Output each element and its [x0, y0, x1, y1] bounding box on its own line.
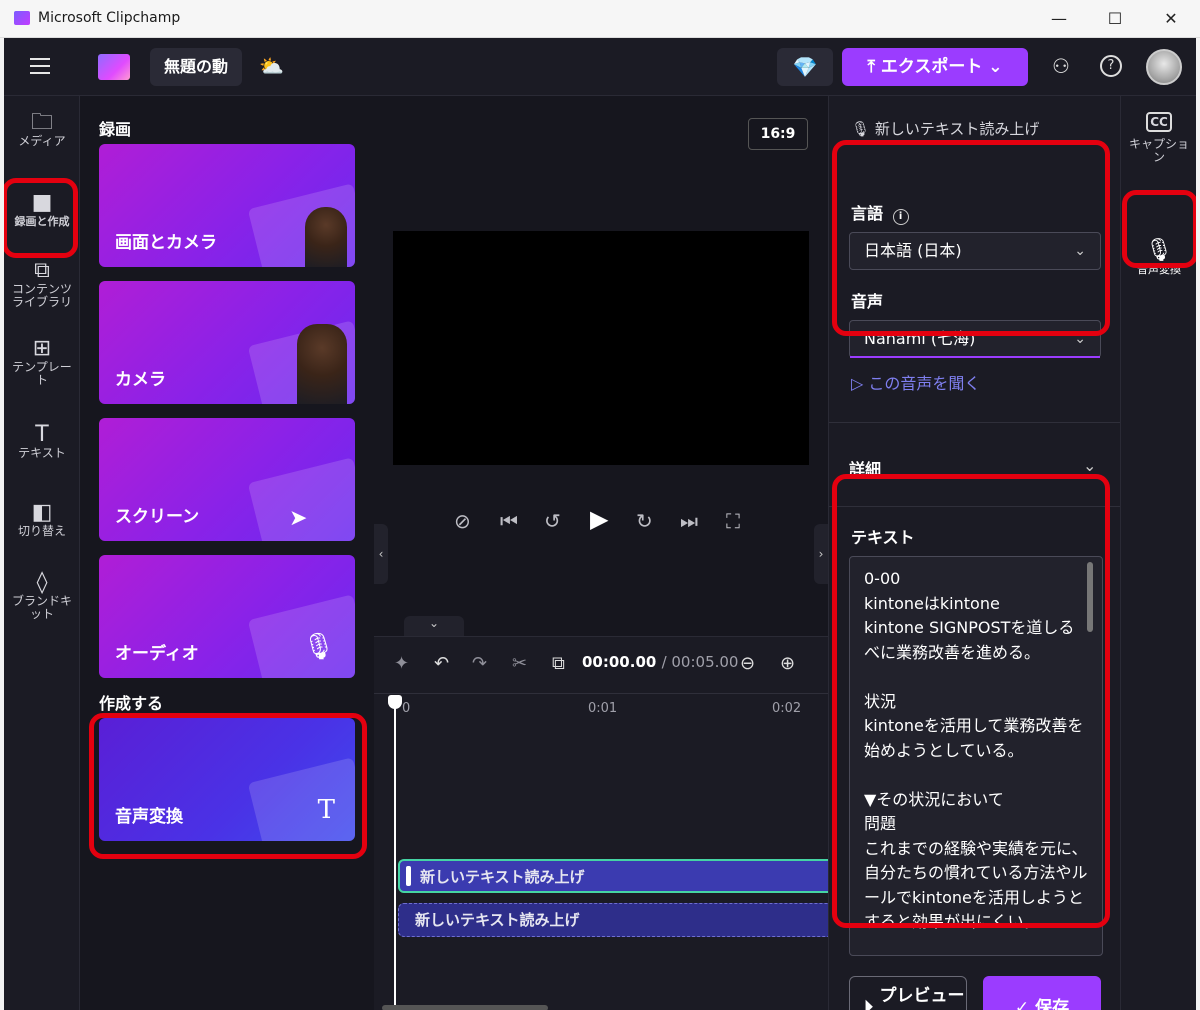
captions-icon: CC — [1146, 112, 1172, 132]
project-title[interactable]: 無題の動 — [150, 48, 242, 86]
ruler-label-0: 0 — [402, 701, 411, 716]
rewind-5-icon[interactable]: ↺ — [544, 509, 561, 533]
no-camera-icon[interactable]: ⊘ — [454, 509, 471, 533]
person-thumbnail — [297, 324, 347, 404]
card-audio[interactable]: 🎙 オーディオ — [99, 555, 355, 678]
annotation-highlight-text — [832, 474, 1110, 928]
folder-icon: 🗀 — [30, 110, 53, 135]
menu-icon[interactable] — [30, 58, 50, 74]
add-clip-icon[interactable]: ⧉ — [552, 653, 565, 674]
clipchamp-app: 無題の動 ⛅ 💎 ⤒ エクスポート ⌄ ⚇ ? 🗀 メディア ■ 録画と作成 ⧉… — [4, 38, 1196, 1010]
microphone-icon: 🎙 — [301, 632, 335, 662]
templates-icon: ⊞ — [32, 336, 52, 361]
playhead-handle[interactable] — [388, 695, 402, 709]
share-icon[interactable]: ⚇ — [1052, 54, 1070, 78]
annotation-highlight-tts-card — [89, 713, 367, 859]
record-create-panel: 録画 画面とカメラ カメラ ➤ スクリーン 🎙 オーディオ 作成する T 音声変… — [80, 96, 374, 1010]
minimize-button[interactable]: — — [1036, 4, 1082, 34]
video-canvas — [393, 231, 809, 465]
zoom-out-icon[interactable]: ⊖ — [740, 653, 755, 674]
timecode: 00:00.00 / 00:05.00 — [582, 653, 739, 671]
close-button[interactable]: ✕ — [1148, 4, 1194, 34]
annotation-highlight-record-create — [4, 178, 78, 258]
rail-item-brand-kit[interactable]: ◊ ブランドキット — [4, 570, 80, 621]
aspect-ratio-button[interactable]: 16:9 — [748, 118, 808, 150]
play-circle-icon: ▷ — [851, 374, 869, 393]
skip-back-icon[interactable]: ⏮ — [500, 509, 518, 533]
magic-icon[interactable]: ✦ — [394, 653, 409, 674]
save-button[interactable]: ✓ 保存 — [983, 976, 1101, 1010]
clip-tts-2[interactable]: 新しいテキスト読み上げ — [398, 903, 838, 937]
export-button[interactable]: ⤒ エクスポート ⌄ — [842, 48, 1028, 86]
ruler-label-1: 0:01 — [588, 701, 618, 716]
window-title: Microsoft Clipchamp — [38, 10, 181, 26]
window-titlebar: Microsoft Clipchamp — ☐ ✕ — [0, 0, 1200, 38]
timeline-toggle-handle[interactable]: ⌄ — [404, 616, 464, 636]
section-record-title: 録画 — [99, 120, 132, 139]
timeline: ✦ ↶ ↷ ✂ ⧉ 00:00.00 / 00:05.00 ⊖ ⊕ 0 0:01… — [374, 636, 838, 1010]
timeline-scrollbar[interactable] — [382, 1005, 548, 1010]
top-bar: 無題の動 ⛅ 💎 ⤒ エクスポート ⌄ ⚇ ? — [4, 38, 1196, 96]
text-icon: T — [35, 422, 49, 447]
annotation-highlight-tts-rail — [1122, 190, 1196, 268]
cut-icon[interactable]: ✂ — [512, 653, 527, 674]
redo-icon[interactable]: ↷ — [472, 653, 487, 674]
fullscreen-icon[interactable]: ⛶ — [726, 509, 740, 533]
collapse-left-handle[interactable]: ‹ — [374, 524, 388, 584]
card-screen-and-camera[interactable]: 画面とカメラ — [99, 144, 355, 267]
transitions-icon: ◧ — [31, 500, 53, 525]
gem-icon: 💎 — [792, 55, 818, 79]
playhead[interactable] — [394, 695, 396, 1010]
preview-button[interactable]: ⏵ プレビュー — [849, 976, 967, 1010]
clip-tts-1[interactable]: 新しいテキスト読み上げ — [398, 859, 838, 893]
play-icon[interactable]: ▶ — [590, 505, 608, 533]
rail-item-content-library[interactable]: ⧉ コンテンツライブラリ — [4, 258, 80, 309]
cloud-sync-icon[interactable]: ⛅ — [259, 54, 284, 78]
panel-header: 🎙 新しいテキスト読み上げ — [851, 120, 1040, 138]
undo-icon[interactable]: ↶ — [434, 653, 449, 674]
help-icon[interactable]: ? — [1100, 55, 1122, 77]
maximize-button[interactable]: ☐ — [1092, 4, 1138, 34]
person-thumbnail — [305, 207, 347, 267]
cursor-icon: ➤ — [289, 506, 308, 531]
tts-icon: 🎙 — [851, 120, 875, 138]
zoom-in-icon[interactable]: ⊕ — [780, 653, 795, 674]
listen-voice-link[interactable]: ▷ この音声を聞く — [851, 370, 980, 394]
section-create-title: 作成する — [99, 694, 164, 713]
rail-item-templates[interactable]: ⊞ テンプレート — [4, 336, 80, 387]
preview-area: 16:9 ⊘ ⏮ ↺ ▶ ↻ ⏭ ⛶ ‹ › ⌄ — [374, 96, 828, 636]
collapse-right-handle[interactable]: › — [814, 524, 828, 584]
card-camera[interactable]: カメラ — [99, 281, 355, 404]
skip-forward-icon[interactable]: ⏭ — [680, 509, 698, 533]
forward-5-icon[interactable]: ↻ — [636, 509, 653, 533]
card-screen[interactable]: ➤ スクリーン — [99, 418, 355, 541]
ruler-label-2: 0:02 — [772, 701, 802, 716]
play-circle-icon: ⏵ — [864, 997, 873, 1010]
rail-item-media[interactable]: 🗀 メディア — [4, 110, 80, 148]
rail-item-text[interactable]: T テキスト — [4, 422, 80, 460]
clipchamp-logo — [98, 54, 130, 80]
avatar[interactable] — [1146, 49, 1182, 85]
premium-button[interactable]: 💎 — [777, 48, 833, 86]
annotation-highlight-language-voice — [832, 140, 1110, 336]
clipchamp-app-icon — [14, 11, 30, 25]
clip-trim-handle[interactable] — [406, 866, 411, 886]
rail-item-transitions[interactable]: ◧ 切り替え — [4, 500, 80, 538]
chevron-down-icon[interactable]: ⌄ — [1083, 456, 1096, 475]
rail-item-captions[interactable]: CC キャプション — [1121, 112, 1196, 164]
brand-kit-icon: ◊ — [36, 570, 48, 595]
library-icon: ⧉ — [34, 258, 50, 283]
check-icon: ✓ — [1014, 998, 1036, 1010]
